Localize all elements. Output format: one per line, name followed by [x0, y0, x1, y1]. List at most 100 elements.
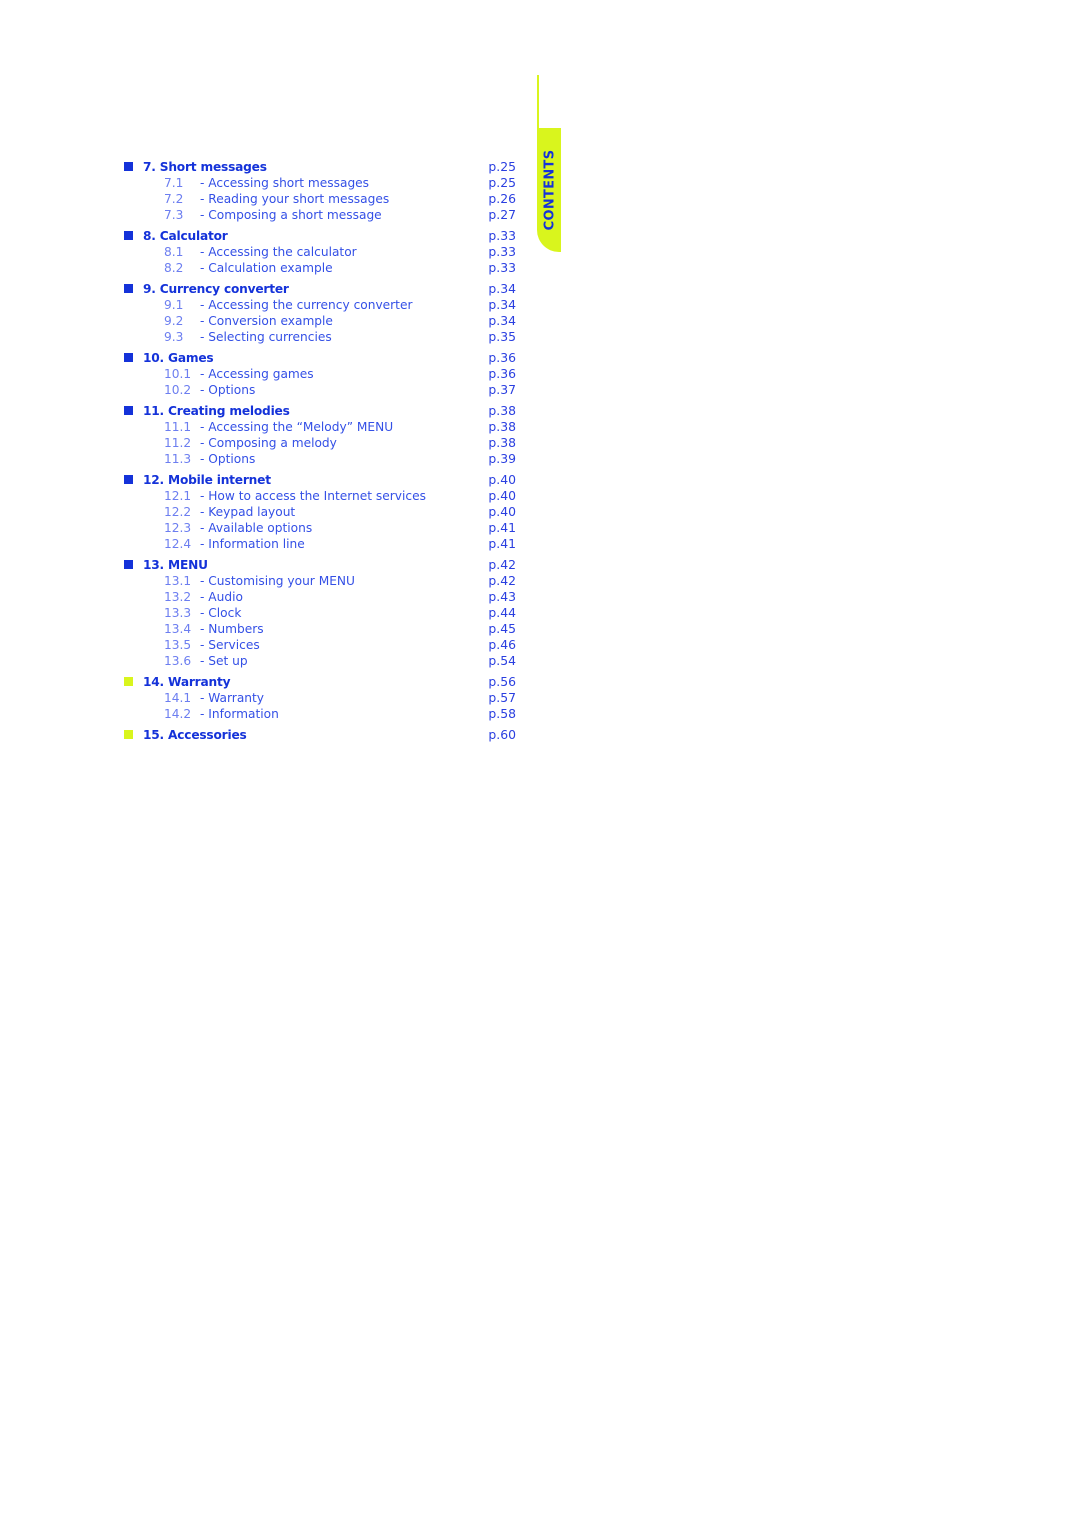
toc-section-heading[interactable]: 13. MENU p.42 — [124, 557, 516, 573]
subsection-number: 7.1 — [164, 176, 184, 190]
subsection-number: 13.1 — [164, 574, 192, 588]
toc-subsection-row[interactable]: 12.1 - How to access the Internet service… — [124, 488, 516, 504]
square-bullet-icon — [124, 353, 133, 362]
toc-subsection-row[interactable]: 13.1 - Customising your MENU p.42 — [124, 573, 516, 589]
subsection-number: 9.2 — [164, 314, 184, 328]
toc-subsection-left: 9.2 - Conversion example — [124, 313, 476, 329]
toc-subsection-row[interactable]: 14.1 - Warranty p.57 — [124, 690, 516, 706]
subsection-title: - Available options — [200, 521, 313, 535]
page-number: p.40 — [488, 488, 516, 503]
toc-section-heading[interactable]: 15. Accessories p.60 — [124, 727, 516, 743]
toc-heading-left: 15. Accessories — [124, 727, 476, 743]
toc-subsection-row[interactable]: 11.1 - Accessing the “Melody” MENU p.38 — [124, 419, 516, 435]
subsection-title: - Conversion example — [200, 314, 333, 328]
subsection-number: 13.2 — [164, 590, 192, 604]
toc-subsection-row[interactable]: 13.6 - Set up p.54 — [124, 653, 516, 669]
tab-guide-line — [537, 75, 539, 135]
toc-subsection-row[interactable]: 10.1 - Accessing games p.36 — [124, 366, 516, 382]
section-title: 10. Games — [143, 351, 214, 365]
toc-subsection-row[interactable]: 12.3 - Available options p.41 — [124, 520, 516, 536]
toc-section: 12. Mobile internet p.40 12.1 - How to acce… — [124, 472, 516, 552]
toc-subsection-row[interactable]: 14.2 - Information p.58 — [124, 706, 516, 722]
toc-subsection-row[interactable]: 13.4 - Numbers p.45 — [124, 621, 516, 637]
toc-subsection-row[interactable]: 7.1 - Accessing short messages p.25 — [124, 175, 516, 191]
toc-section-heading[interactable]: 11. Creating melodies p.38 — [124, 403, 516, 419]
toc-subsection-row[interactable]: 10.2 - Options p.37 — [124, 382, 516, 398]
subsection-title: - Options — [200, 452, 256, 466]
toc-section: 10. Games p.36 10.1- Accessing games p.36 10… — [124, 350, 516, 398]
section-title: 8. Calculator — [143, 229, 228, 243]
toc-heading-left: 12. Mobile internet — [124, 472, 476, 488]
toc-subsection-row[interactable]: 13.3 - Clock p.44 — [124, 605, 516, 621]
page-number: p.34 — [488, 313, 516, 328]
subsection-title: - Accessing games — [200, 367, 314, 381]
page-number: p.36 — [488, 366, 516, 381]
toc-section: 7. Short messages p.25 7.1 - Accessing shor… — [124, 159, 516, 223]
subsection-title: - Keypad layout — [200, 505, 296, 519]
toc-subsection-row[interactable]: 11.2 - Composing a melody p.38 — [124, 435, 516, 451]
toc-section-heading[interactable]: 10. Games p.36 — [124, 350, 516, 366]
section-title: 11. Creating melodies — [143, 404, 290, 418]
toc-section-heading[interactable]: 8. Calculator p.33 — [124, 228, 516, 244]
page-number: p.33 — [488, 228, 516, 243]
page-number: p.42 — [488, 557, 516, 572]
toc-subsection-left: 12.2 - Keypad layout — [124, 504, 476, 520]
page-number: p.33 — [488, 260, 516, 275]
toc-section-heading[interactable]: 12. Mobile internet p.40 — [124, 472, 516, 488]
subsection-number: 7.3 — [164, 208, 184, 222]
page-number: p.60 — [488, 727, 516, 742]
toc-section-heading[interactable]: 7. Short messages p.25 — [124, 159, 516, 175]
toc-subsection-row[interactable]: 11.3 - Options p.39 — [124, 451, 516, 467]
toc-subsection-left: 9.1 - Accessing the currency converter — [124, 297, 476, 313]
section-title: 15. Accessories — [143, 728, 247, 742]
toc-subsection-row[interactable]: 7.3 - Composing a short message p.27 — [124, 207, 516, 223]
page-number: p.34 — [488, 297, 516, 312]
toc-subsection-row[interactable]: 9.1 - Accessing the currency converter p.3… — [124, 297, 516, 313]
subsection-number: 7.2 — [164, 192, 184, 206]
page-number: p.27 — [488, 207, 516, 222]
toc-heading-left: 14. Warranty — [124, 674, 476, 690]
toc-subsection-left: 9.3 - Selecting currencies — [124, 329, 476, 345]
page-number: p.40 — [488, 504, 516, 519]
page-number: p.43 — [488, 589, 516, 604]
toc-subsection-left: 7.1 - Accessing short messages — [124, 175, 476, 191]
toc-subsection-left: 12.1 - How to access the Internet service… — [124, 488, 476, 504]
toc-subsection-left: 14.2 - Information — [124, 706, 476, 722]
toc-subsection-row[interactable]: 12.2 - Keypad layout p.40 — [124, 504, 516, 520]
page-number: p.41 — [488, 536, 516, 551]
square-bullet-icon — [124, 162, 133, 171]
toc-subsection-row[interactable]: 7.2 - Reading your short messages p.26 — [124, 191, 516, 207]
section-title: 13. MENU — [143, 558, 208, 572]
toc-subsection-row[interactable]: 9.3 - Selecting currencies p.35 — [124, 329, 516, 345]
toc-subsection-row[interactable]: 13.2 - Audio p.43 — [124, 589, 516, 605]
subsection-title: - Accessing the calculator — [200, 245, 357, 259]
page-number: p.44 — [488, 605, 516, 620]
toc-section-heading[interactable]: 14. Warranty p.56 — [124, 674, 516, 690]
toc-subsection-row[interactable]: 8.1 - Accessing the calculator p.33 — [124, 244, 516, 260]
toc-subsection-row[interactable]: 9.2 - Conversion example p.34 — [124, 313, 516, 329]
page-number: p.39 — [488, 451, 516, 466]
toc-subsection-row[interactable]: 12.4 - Information line p.41 — [124, 536, 516, 552]
contents-tab-label: CONTENTS — [542, 149, 558, 231]
subsection-title: - Clock — [200, 606, 242, 620]
page-number: p.38 — [488, 403, 516, 418]
subsection-title: - Accessing short messages — [200, 176, 370, 190]
toc-section: 13. MENU p.42 13.1 - Customising your MENU p… — [124, 557, 516, 669]
toc-section-heading[interactable]: 9. Currency converter p.34 — [124, 281, 516, 297]
toc-heading-left: 11. Creating melodies — [124, 403, 476, 419]
subsection-number: 10.1 — [164, 367, 192, 381]
table-of-contents: 7. Short messages p.25 7.1 - Accessing shor… — [124, 159, 516, 748]
subsection-title: - Composing a short message — [200, 208, 382, 222]
subsection-number: 13.6 — [164, 654, 192, 668]
toc-subsection-left: 13.2 - Audio — [124, 589, 476, 605]
square-bullet-icon — [124, 231, 133, 240]
subsection-number: 13.4 — [164, 622, 192, 636]
toc-subsection-left: 7.2 - Reading your short messages — [124, 191, 476, 207]
toc-subsection-row[interactable]: 13.5 - Services p.46 — [124, 637, 516, 653]
subsection-title: - Set up — [200, 654, 248, 668]
subsection-number: 13.5 — [164, 638, 192, 652]
toc-subsection-left: 10.1 - Accessing games — [124, 366, 476, 382]
subsection-number: 12.2 — [164, 505, 192, 519]
toc-section: 11. Creating melodies p.38 11.1 - Accessing… — [124, 403, 516, 467]
toc-subsection-row[interactable]: 8.2 - Calculation example p.33 — [124, 260, 516, 276]
